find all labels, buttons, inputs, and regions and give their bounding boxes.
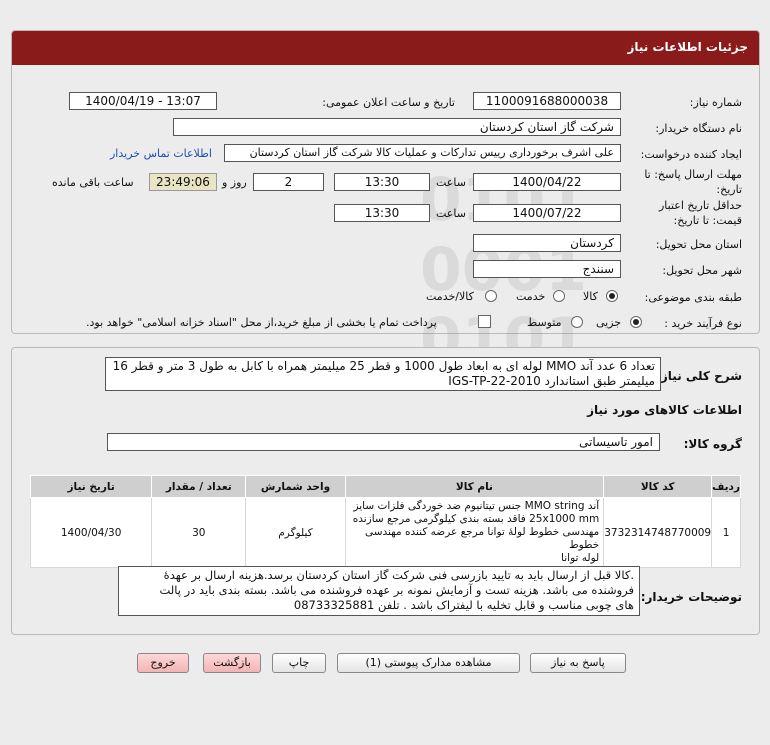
cell-code: 3732314748770009 (603, 497, 713, 568)
col-date: تاریخ نیاز (29, 475, 153, 498)
goods-table: ردیف کد کالا نام کالا واحد شمارش تعداد /… (29, 475, 741, 568)
buyer-notes-label: توضیحات خریدار: (640, 590, 742, 604)
exit-button[interactable]: خروج (137, 653, 189, 673)
announce-label: تاریخ و ساعت اعلان عمومی: (322, 96, 455, 109)
back-button[interactable]: بازگشت (203, 653, 261, 673)
remaining-label: ساعت باقی مانده (52, 176, 134, 189)
reply-button[interactable]: پاسخ به نیاز (530, 653, 626, 673)
cell-quantity: 30 (151, 497, 247, 568)
buyer-contact-link[interactable]: اطلاعات تماس خریدار (110, 147, 212, 160)
deadline-date-field: 1400/04/22 (473, 173, 621, 191)
buyer-org-label: نام دستگاه خریدار: (655, 122, 742, 135)
category-radio-goods[interactable] (606, 290, 618, 302)
days-label: روز و (222, 176, 247, 189)
city-field: سنندج (473, 260, 621, 278)
treasury-payment-checkbox[interactable] (478, 315, 491, 328)
category-option-goods: کالا (583, 290, 598, 303)
cell-name-line-4: لوله توانا (561, 552, 600, 564)
need-number-field: 1100091688000038 (473, 92, 621, 110)
need-number-label: شماره نیاز: (689, 96, 742, 109)
process-option-medium: متوسط (527, 316, 562, 329)
col-row: ردیف (711, 475, 741, 498)
col-code: کد کالا (603, 475, 713, 498)
group-label: گروه کالا: (683, 437, 742, 451)
buyer-notes-line-1: .کالا قبل از ارسال باید به تایید بازرسی … (163, 568, 634, 582)
summary-line-2: میلیمتر طبق استاندارد IGS-TP-22-2010 (448, 374, 655, 388)
treasury-payment-note: پرداخت تمام یا بخشی از مبلغ خرید،از محل … (86, 316, 437, 329)
requester-field: علی اشرف برخورداری رییس تدارکات و عملیات… (224, 144, 621, 162)
cell-unit: کیلوگرم (245, 497, 346, 568)
attachments-button[interactable]: مشاهده مدارک پیوستی (1) (337, 653, 520, 673)
validity-label-1: حداقل تاریخ اعتبار (658, 199, 742, 212)
province-label: استان محل تحویل: (655, 238, 742, 251)
goods-info-title: اطلاعات کالاهای مورد نیاز (587, 403, 742, 417)
process-radio-minor[interactable] (630, 316, 642, 328)
remaining-time-field: 23:49:06 (149, 173, 217, 191)
col-quantity: تعداد / مقدار (151, 475, 247, 498)
cell-name-line-2: 25x1000 mm فاقد بسته بندی کیلوگرمی مرجع … (352, 513, 600, 525)
deadline-label-2: تاریخ: (716, 183, 742, 196)
category-option-goods-service: کالا/خدمت (426, 290, 474, 303)
days-field: 2 (253, 173, 324, 191)
print-button[interactable]: چاپ (272, 653, 326, 673)
group-field: امور تاسیساتی (107, 433, 660, 451)
validity-label-2: قیمت: تا تاریخ: (673, 214, 742, 227)
category-radio-service[interactable] (553, 290, 565, 302)
province-field: کردستان (473, 234, 621, 252)
category-option-service: خدمت (516, 290, 546, 303)
process-radio-medium[interactable] (571, 316, 583, 328)
buyer-notes-line-3: های چوبی مناسب و قابل تخلیه با لیفتراک ب… (293, 598, 634, 612)
category-label: طبقه بندی موضوعی: (644, 291, 742, 304)
requester-label: ایجاد کننده درخواست: (640, 148, 742, 161)
deadline-time-label: ساعت (436, 176, 466, 189)
cell-date: 1400/04/30 (29, 497, 153, 568)
category-radio-goods-service[interactable] (485, 290, 497, 302)
process-option-minor: جزیی (596, 316, 622, 329)
buyer-notes-line-2: فروشنده می باشد. هزینه تست و آزمایش نمون… (159, 583, 635, 597)
col-unit: واحد شمارش (245, 475, 346, 498)
announce-field: 1400/04/19 - 13:07 (69, 92, 217, 110)
cell-name: آند MMO string جنس تیتانیوم ضد خوردگی فل… (344, 497, 605, 568)
summary-line-1: تعداد 6 عدد آند MMO لوله ای به ابعاد طول… (112, 359, 655, 373)
page-title: جزئیات اطلاعات نیاز (627, 40, 748, 54)
buyer-org-field: شرکت گاز استان کردستان (173, 118, 621, 136)
validity-time-label: ساعت (436, 207, 466, 220)
table-row: 1 3732314748770009 آند MMO string جنس تی… (29, 497, 741, 568)
goods-table-header: ردیف کد کالا نام کالا واحد شمارش تعداد /… (29, 475, 741, 498)
deadline-label-1: مهلت ارسال پاسخ: تا (644, 168, 742, 181)
cell-name-line-3: مهندسی خطوط لولۀ توانا مرجع عرضه کننده م… (364, 526, 600, 551)
buyer-notes-box: .کالا قبل از ارسال باید به تایید بازرسی … (118, 566, 640, 616)
process-label: نوع فرآیند خرید : (664, 317, 742, 330)
validity-time-field: 13:30 (334, 204, 430, 222)
cell-row: 1 (711, 497, 741, 568)
validity-date-field: 1400/07/22 (473, 204, 621, 222)
summary-label: شرح کلی نیاز: (656, 369, 742, 383)
city-label: شهر محل تحویل: (662, 264, 742, 277)
cell-name-line-1: آند MMO string جنس تیتانیوم ضد خوردگی فل… (353, 500, 600, 512)
deadline-time-field: 13:30 (334, 173, 430, 191)
summary-box: تعداد 6 عدد آند MMO لوله ای به ابعاد طول… (105, 357, 661, 391)
col-name: نام کالا (344, 475, 605, 498)
